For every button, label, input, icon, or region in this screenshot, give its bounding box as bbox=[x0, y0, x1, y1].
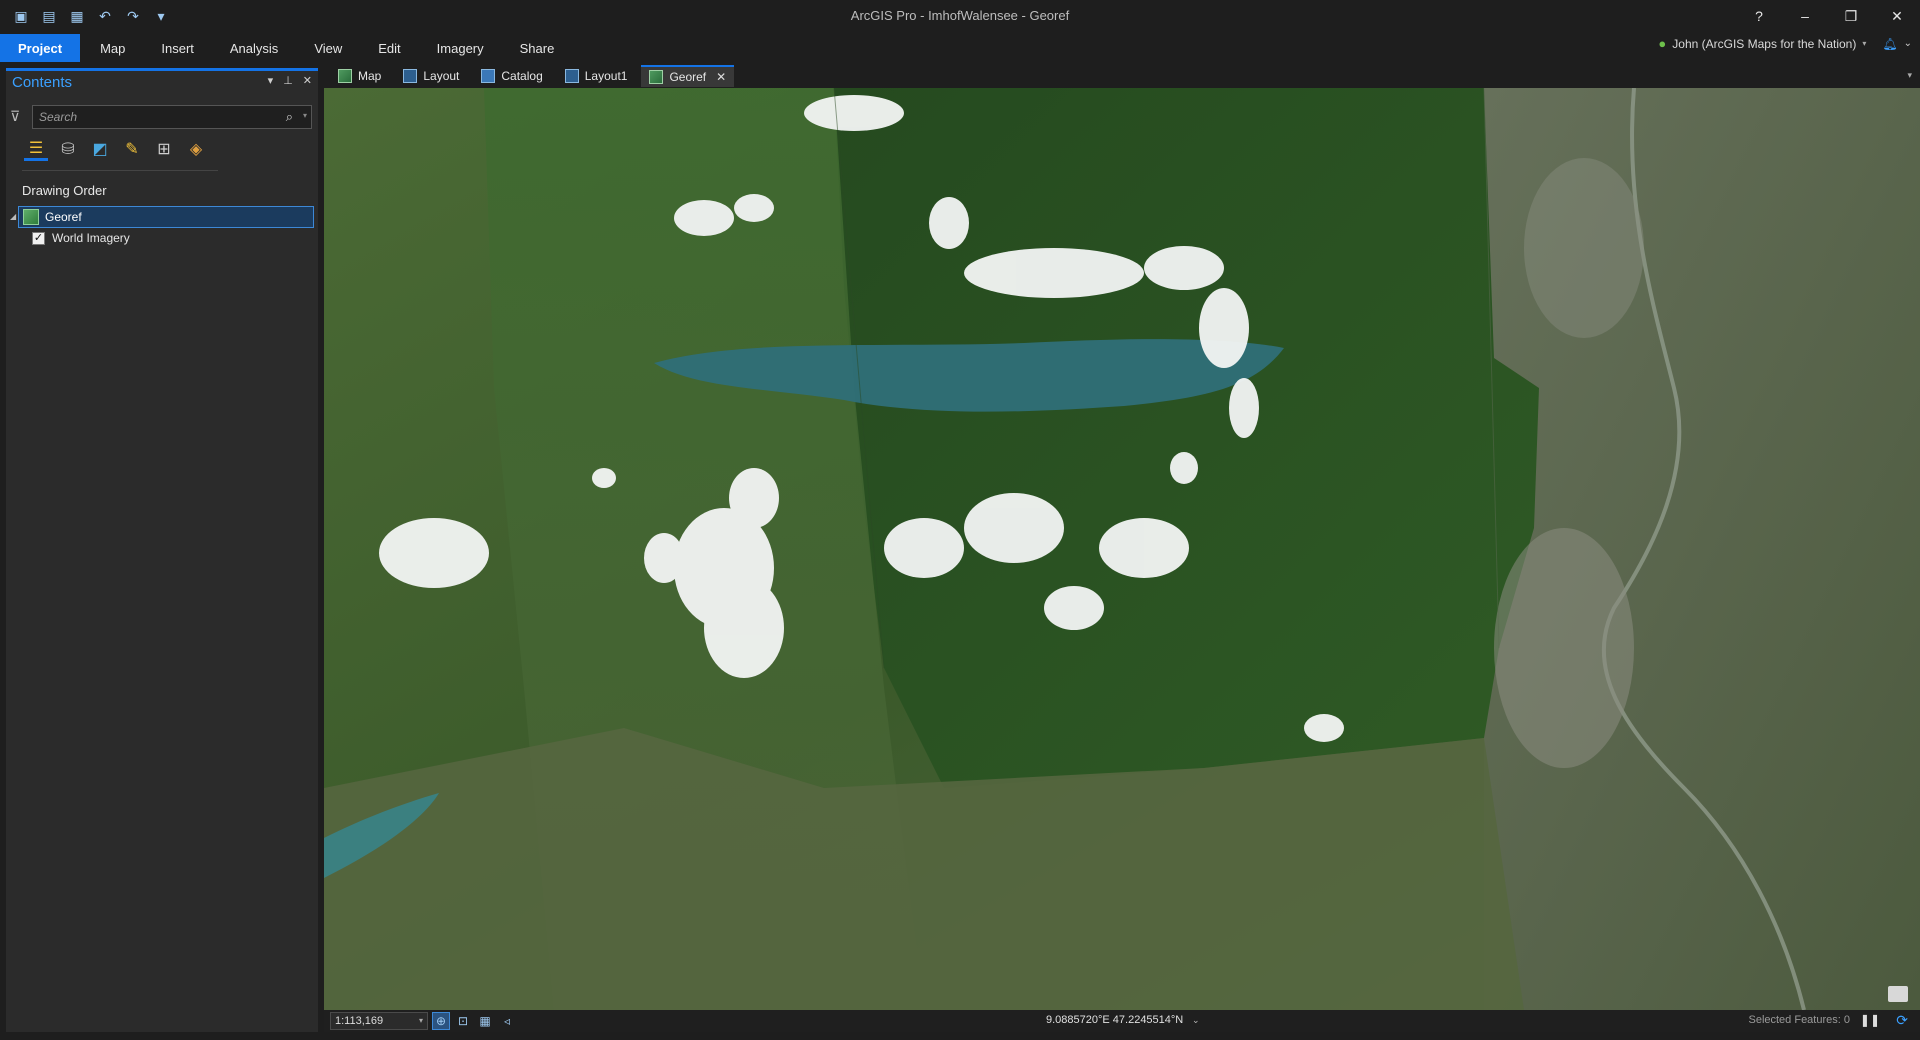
map-icon bbox=[338, 69, 352, 83]
user-name: John (ArcGIS Maps for the Nation) bbox=[1672, 36, 1857, 51]
pane-close-icon[interactable]: ✕ bbox=[303, 74, 312, 87]
new-project-icon[interactable]: ▣ bbox=[10, 6, 32, 26]
doc-tab-layout[interactable]: Layout bbox=[395, 65, 467, 87]
navigator-icon[interactable]: ⊕ bbox=[432, 1012, 450, 1030]
map-view[interactable] bbox=[324, 88, 1920, 1010]
quick-access-toolbar: ▣ ▤ ▦ ↶ ↷ ▾ bbox=[10, 6, 172, 26]
section-title: Drawing Order bbox=[22, 183, 107, 198]
undo-icon[interactable]: ↶ bbox=[94, 6, 116, 26]
pin-icon[interactable]: ⊥ bbox=[283, 74, 293, 87]
list-by-data-source-icon[interactable]: ⛁ bbox=[56, 137, 80, 161]
contents-header: Contents ▾ ⊥ ✕ bbox=[6, 71, 318, 93]
doc-tab-catalog[interactable]: Catalog bbox=[473, 65, 550, 87]
ribbon-tabs: Project Map Insert Analysis View Edit Im… bbox=[0, 34, 572, 62]
tab-list-icon[interactable]: ▾ bbox=[1907, 70, 1912, 81]
list-by-labeling-icon[interactable]: ◈ bbox=[184, 137, 208, 161]
document-tabs: Map Layout Catalog Layout1 Georef ✕ ▾ bbox=[324, 64, 1920, 88]
divider bbox=[22, 170, 218, 171]
help-button[interactable]: ? bbox=[1736, 0, 1782, 32]
catalog-icon bbox=[481, 69, 496, 83]
map-icon bbox=[649, 70, 664, 84]
snapping-icon[interactable]: ⊡ bbox=[454, 1012, 472, 1030]
list-by-editing-icon[interactable]: ✎ bbox=[120, 137, 144, 161]
layout-icon bbox=[403, 69, 418, 83]
tab-insert[interactable]: Insert bbox=[143, 34, 212, 62]
list-by-drawing-order-icon[interactable]: ☰ bbox=[24, 137, 48, 161]
tab-project[interactable]: Project bbox=[0, 34, 81, 62]
contents-title: Contents bbox=[12, 73, 73, 91]
notifications-bubble-icon[interactable] bbox=[1888, 986, 1908, 1002]
save-project-icon[interactable]: ▦ bbox=[66, 6, 88, 26]
tab-map[interactable]: Map bbox=[82, 34, 143, 62]
layer-item-world-imagery[interactable]: ✓ World Imagery bbox=[32, 231, 130, 245]
pane-options-icon[interactable]: ▾ bbox=[268, 74, 274, 87]
expand-arrow-icon[interactable]: ◢ bbox=[10, 212, 16, 221]
notification-icon[interactable]: 🔔︎ bbox=[1882, 37, 1897, 51]
doc-tab-georef[interactable]: Georef ✕ bbox=[641, 65, 735, 87]
user-dropdown-icon[interactable]: ▾ bbox=[1862, 39, 1866, 48]
open-project-icon[interactable]: ▤ bbox=[38, 6, 60, 26]
coordinate-readout: 9.0885720°E 47.2245514°N bbox=[1046, 1014, 1184, 1026]
search-box: ⌕ ▾ bbox=[32, 105, 312, 129]
tab-share[interactable]: Share bbox=[502, 34, 573, 62]
close-tab-icon[interactable]: ✕ bbox=[716, 70, 726, 84]
audio-icon[interactable]: ◃ bbox=[498, 1012, 516, 1030]
tab-analysis[interactable]: Analysis bbox=[212, 34, 296, 62]
ribbon: Project Map Insert Analysis View Edit Im… bbox=[0, 32, 1920, 64]
layout-icon bbox=[564, 69, 579, 83]
tab-imagery[interactable]: Imagery bbox=[419, 34, 502, 62]
ribbon-collapse-icon[interactable]: ⌄ bbox=[1904, 38, 1912, 49]
search-options-icon[interactable]: ▾ bbox=[303, 111, 307, 120]
contents-view-tools: ☰ ⛁ ◩ ✎ ⊞ ◈ bbox=[24, 137, 208, 161]
coordinate-format-dropdown-icon[interactable]: ⌄ bbox=[1192, 1015, 1200, 1026]
search-icon[interactable]: ⌕ bbox=[286, 109, 293, 125]
minimize-button[interactable]: – bbox=[1782, 0, 1828, 32]
filter-icon[interactable]: ⊽ bbox=[10, 108, 26, 126]
window-bottom-border bbox=[0, 1032, 1920, 1040]
window-controls: ? – ❐ ✕ bbox=[1736, 0, 1920, 32]
scale-selector[interactable]: 1:113,169 ▾ bbox=[330, 1012, 428, 1030]
selected-features-count[interactable]: Selected Features: 0 bbox=[1748, 1014, 1850, 1026]
scale-value: 1:113,169 bbox=[335, 1015, 384, 1027]
redo-icon[interactable]: ↷ bbox=[122, 6, 144, 26]
layer-label: World Imagery bbox=[52, 231, 130, 245]
user-status-icon: ● bbox=[1658, 36, 1667, 51]
window-title: ArcGIS Pro - ImhofWalensee - Georef bbox=[850, 8, 1070, 23]
visibility-checkbox[interactable]: ✓ bbox=[32, 231, 45, 245]
list-by-selection-icon[interactable]: ◩ bbox=[88, 137, 112, 161]
list-by-snapping-icon[interactable]: ⊞ bbox=[152, 137, 176, 161]
tab-edit[interactable]: Edit bbox=[360, 34, 418, 62]
layer-label: Georef bbox=[45, 210, 82, 224]
doc-tab-label: Catalog bbox=[501, 69, 543, 83]
scale-dropdown-icon[interactable]: ▾ bbox=[419, 1016, 423, 1025]
search-input[interactable] bbox=[33, 106, 273, 128]
map-layer-icon bbox=[23, 209, 39, 225]
tab-view[interactable]: View bbox=[296, 34, 360, 62]
doc-tab-label: Map bbox=[358, 69, 382, 83]
title-bar: ▣ ▤ ▦ ↶ ↷ ▾ ArcGIS Pro - ImhofWalensee -… bbox=[0, 0, 1920, 32]
customize-qat-icon[interactable]: ▾ bbox=[150, 6, 172, 26]
doc-tab-label: Layout1 bbox=[584, 69, 628, 83]
pause-drawing-icon[interactable]: ❚❚ bbox=[1860, 1013, 1880, 1027]
restore-button[interactable]: ❐ bbox=[1828, 0, 1874, 32]
close-button[interactable]: ✕ bbox=[1874, 0, 1920, 32]
refresh-icon[interactable]: ⟳ bbox=[1896, 1012, 1908, 1029]
layer-item-georef[interactable]: ◢ Georef bbox=[10, 206, 314, 228]
doc-tab-map[interactable]: Map bbox=[330, 65, 389, 87]
satellite-imagery bbox=[324, 88, 1920, 1010]
grid-icon[interactable]: ▦ bbox=[476, 1012, 494, 1030]
filter-row: ⊽ ⌕ ▾ bbox=[6, 105, 318, 129]
doc-tab-label: Georef bbox=[669, 70, 707, 84]
pane-controls: ▾ ⊥ ✕ bbox=[268, 74, 312, 87]
arcgis-pro-window: ▣ ▤ ▦ ↶ ↷ ▾ ArcGIS Pro - ImhofWalensee -… bbox=[0, 0, 1920, 1040]
status-bar: 1:113,169 ▾ ⊕ ⊡ ▦ ◃ 9.0885720°E 47.22455… bbox=[324, 1010, 1920, 1032]
user-account[interactable]: ● John (ArcGIS Maps for the Nation) ▾ 🔔︎… bbox=[1658, 36, 1912, 51]
doc-tab-label: Layout bbox=[423, 69, 460, 83]
contents-pane: Contents ▾ ⊥ ✕ ⊽ ⌕ ▾ ☰ ⛁ ◩ ✎ ⊞ ◈ Drawing… bbox=[6, 68, 318, 1034]
doc-tab-layout1[interactable]: Layout1 bbox=[557, 65, 636, 87]
